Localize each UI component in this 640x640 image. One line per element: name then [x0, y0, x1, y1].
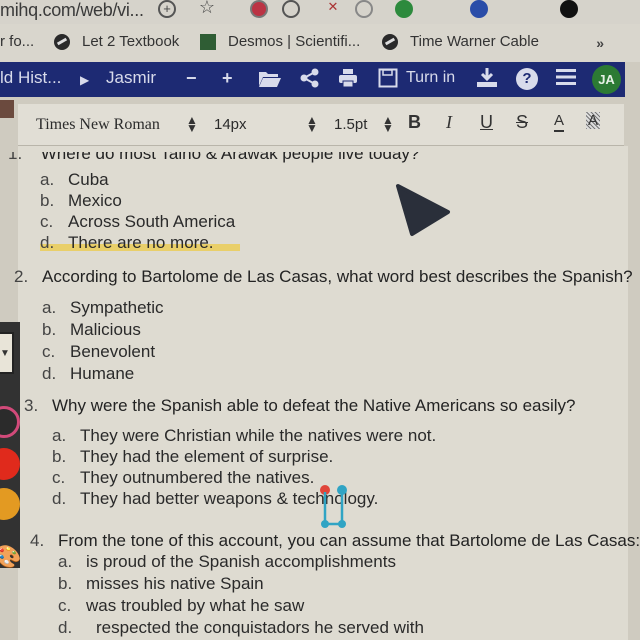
profile-icon[interactable] [560, 0, 578, 18]
color-swatch-orange[interactable] [0, 488, 20, 520]
extension-icon[interactable] [250, 0, 268, 18]
extension-icon-3[interactable]: ✕ [324, 0, 342, 18]
color-swatch-red[interactable] [0, 448, 20, 480]
chevron-right-icon: ▶ [80, 73, 90, 87]
breadcrumb-course[interactable]: ld Hist... [0, 68, 61, 88]
breadcrumb-student[interactable]: Jasmir [106, 68, 156, 88]
bookmarks-bar: r fo... Let 2 Textbook Desmos | Scientif… [0, 24, 640, 62]
chevron-down-icon: ▼ [0, 348, 10, 359]
question-2-option-a: a. Sympathetic [42, 298, 164, 317]
question-1-option-c: c. Across South America [40, 212, 236, 231]
question-2-option-d: d. Humane [42, 364, 135, 383]
font-family-select[interactable]: Times New Roman [36, 116, 160, 134]
color-swatch-pink[interactable] [0, 406, 20, 438]
question-4-option-a: a. is proud of the Spanish accomplishment… [58, 552, 396, 571]
text-selection-handles[interactable] [318, 484, 352, 530]
extension-icon-6[interactable] [470, 0, 488, 18]
mouse-cursor-icon [396, 184, 450, 236]
bookmark-item-time-warner[interactable]: Time Warner Cable [382, 33, 539, 50]
document-page[interactable]: 1. Where do most Taino & Arawak people l… [8, 146, 640, 640]
extension-icon-4[interactable] [355, 0, 373, 18]
highlight-color-button[interactable]: A [586, 112, 601, 129]
question-1-option-b: b. Mexico [40, 191, 122, 210]
share-icon[interactable] [300, 68, 320, 93]
question-2-option-c: c. Benevolent [42, 342, 156, 361]
question-2-option-b: b. Malicious [42, 320, 141, 339]
palette-dropdown-button[interactable]: ▼ [0, 332, 14, 374]
font-family-spinner-icon[interactable]: ▲ ▼ [186, 114, 198, 134]
question-3: 3. Why were the Spanish able to defeat th… [24, 396, 576, 415]
star-icon[interactable]: ☆ [198, 0, 216, 18]
bookmark-item-desmos[interactable]: Desmos | Scientifi... [200, 33, 360, 50]
bookmark-item[interactable]: r fo... [0, 33, 34, 50]
question-4-option-c: c. was troubled by what he saw [58, 596, 305, 615]
bookmark-item-let2textbook[interactable]: Let 2 Textbook [54, 33, 179, 50]
font-size-spinner-icon[interactable]: ▲ ▼ [306, 114, 318, 134]
bold-button[interactable]: B [408, 112, 421, 133]
user-avatar[interactable]: JA [592, 65, 621, 94]
question-3-option-a: a. They were Christian while the natives … [52, 426, 437, 445]
menu-icon[interactable] [556, 68, 576, 91]
italic-button[interactable]: I [446, 112, 452, 133]
url-text[interactable]: mihq.com/web/vi... [0, 0, 144, 21]
app-toolbar: ld Hist... ▶ Jasmir − + Turn in ? JA [0, 62, 625, 97]
palette-icon[interactable]: 🎨 [0, 544, 21, 570]
extension-icon-2[interactable] [282, 0, 300, 18]
desmos-icon [200, 33, 216, 50]
line-spacing-select[interactable]: 1.5pt [334, 116, 367, 133]
zoom-in-button[interactable]: + [222, 68, 233, 89]
extension-icon-5[interactable] [395, 0, 413, 18]
globe-icon [54, 33, 70, 50]
line-spacing-spinner-icon[interactable]: ▲ ▼ [382, 114, 394, 134]
help-icon[interactable]: ? [516, 68, 538, 90]
globe-icon [382, 33, 398, 50]
browser-url-bar[interactable]: mihq.com/web/vi... + ☆ ✕ [0, 0, 640, 24]
zoom-out-button[interactable]: − [186, 68, 197, 89]
text-color-button[interactable]: A [554, 112, 565, 132]
save-icon [378, 68, 398, 88]
question-4-option-b: b. misses his native Spain [58, 574, 264, 593]
turn-in-button[interactable]: Turn in [378, 68, 455, 88]
add-circle-icon[interactable]: + [158, 0, 176, 18]
underline-button[interactable]: U [480, 112, 493, 133]
font-size-select[interactable]: 14px [214, 116, 247, 133]
color-palette: ▼ 🎨 [0, 322, 21, 570]
question-1-option-d-highlighted: d. There are no more. [40, 233, 240, 253]
strikethrough-button[interactable]: S [516, 112, 528, 133]
download-icon[interactable] [476, 68, 498, 93]
print-icon[interactable] [338, 68, 358, 93]
question-2: 2. According to Bartolome de Las Casas, w… [14, 267, 633, 286]
format-toolbar: Times New Roman ▲ ▼ 14px ▲ ▼ 1.5pt ▲ ▼ B I … [18, 104, 624, 146]
question-3-option-c: c. They outnumbered the natives. [52, 468, 315, 487]
question-4: 4. From the tone of this account, you can… [30, 531, 640, 550]
question-1: 1. Where do most Taino & Arawak people l… [8, 144, 420, 163]
folder-open-icon[interactable] [258, 68, 282, 93]
question-3-option-b: b. They had the element of surprise. [52, 447, 334, 466]
more-bookmarks-button[interactable]: » [596, 35, 604, 51]
question-1-option-a: a. Cuba [40, 170, 109, 189]
question-4-option-d: d. respected the conquistadors he served … [58, 618, 424, 637]
ruler-marker [0, 100, 14, 118]
